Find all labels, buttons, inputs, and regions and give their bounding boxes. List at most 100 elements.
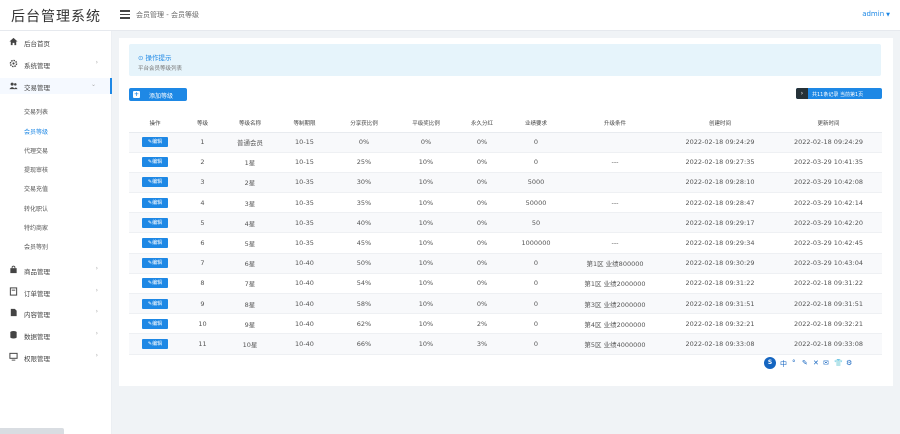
edit-button[interactable]: ✎编辑 — [142, 197, 168, 208]
ime-pen-icon[interactable]: ✎ — [802, 359, 808, 367]
table-cell: 第4区 业绩2000000 — [565, 313, 665, 335]
action-cell: ✎编辑 — [129, 253, 181, 274]
table-row: ✎编辑 11 10星 10-40 66% 10% 3% 0 第5区 业绩4000000 2022-… — [129, 333, 882, 355]
sidebar-subitem[interactable]: 代理交易 — [24, 146, 48, 155]
sidebar-subitem[interactable]: 特约商家 — [24, 223, 48, 232]
user-menu[interactable]: admin ▼ — [862, 10, 890, 18]
table-cell — [565, 212, 665, 234]
edit-button[interactable]: ✎编辑 — [142, 157, 168, 168]
table-cell: 8星 — [224, 293, 276, 315]
edit-button[interactable]: ✎编辑 — [142, 177, 168, 188]
table-cell: 3% — [457, 333, 507, 355]
table-cell: 0% — [457, 152, 507, 173]
table-cell: 40% — [333, 212, 395, 234]
database-icon — [10, 330, 17, 339]
table-cell: 2022-03-29 10:43:04 — [775, 253, 882, 274]
table-cell: 2022-02-18 09:24:29 — [775, 132, 882, 153]
sidebar-item-home[interactable]: 后台首页 — [0, 34, 112, 50]
table-cell: 45% — [333, 232, 395, 254]
edit-button[interactable]: ✎编辑 — [142, 298, 168, 309]
edit-button[interactable]: ✎编辑 — [142, 318, 168, 329]
table-cell: 1 — [181, 132, 224, 153]
table-row: ✎编辑 6 5星 10-35 45% 10% 0% 1000000 --- 2022-02-18 … — [129, 232, 882, 254]
sidebar-item-system[interactable]: 系统管理 › — [0, 56, 112, 72]
ime-badge[interactable]: S — [764, 357, 776, 369]
table-cell: 第3区 业绩2000000 — [565, 293, 665, 315]
table-cell: 10-35 — [276, 192, 333, 214]
table-cell: 10% — [395, 333, 457, 355]
input-method-toolbar[interactable]: S 中 ° ✎ ✕ ✉ 👕 ⚙ — [764, 357, 858, 369]
edit-button[interactable]: ✎编辑 — [142, 258, 168, 269]
table-cell: 2022-02-18 09:24:29 — [665, 132, 775, 153]
arrow-right-icon[interactable]: › — [796, 88, 808, 99]
table-cell: 2022-02-18 09:29:34 — [665, 232, 775, 254]
table-cell: 9星 — [224, 313, 276, 335]
sidebar-subitem[interactable]: 交易列表 — [24, 107, 48, 116]
column-header: 永久分红 — [457, 115, 507, 133]
operation-tip: ⊙ 操作提示 平台会员等级列表 — [129, 44, 881, 76]
table-cell: --- — [565, 192, 665, 214]
monitor-icon — [9, 352, 18, 361]
table-cell: 3 — [181, 172, 224, 194]
edit-button[interactable]: ✎编辑 — [142, 238, 168, 249]
doc-icon — [10, 308, 17, 317]
table-cell: 2022-03-29 10:42:20 — [775, 212, 882, 234]
table-cell: 2022-02-18 09:31:51 — [775, 293, 882, 315]
table-cell: 4 — [181, 192, 224, 214]
ime-tools-icon[interactable]: ✕ — [813, 359, 819, 367]
table-cell: 2022-02-18 09:33:08 — [775, 333, 882, 355]
add-level-button[interactable]: + 添加等级 — [129, 88, 187, 101]
table-cell: 10% — [395, 313, 457, 335]
table-cell: 0 — [507, 253, 565, 274]
sidebar-item-trade[interactable]: 交易管理 ⌄ — [0, 78, 112, 94]
table-row: ✎编辑 9 8星 10-40 58% 10% 0% 0 第3区 业绩2000000 2022-02… — [129, 293, 882, 315]
sidebar-item-content[interactable]: 内容管理 › — [0, 305, 112, 321]
sidebar-item-data[interactable]: 数据管理 › — [0, 327, 112, 343]
table-cell: 10% — [395, 273, 457, 295]
ime-mail-icon[interactable]: ✉ — [823, 359, 829, 367]
table-cell: 10% — [395, 192, 457, 214]
sidebar-item-permission[interactable]: 权限管理 › — [0, 349, 112, 365]
sidebar-item-orders[interactable]: 订单管理 › — [0, 284, 112, 300]
table-cell: 2022-03-29 10:42:14 — [775, 192, 882, 214]
table-cell: 第1区 业绩2000000 — [565, 273, 665, 295]
table-cell: 10-15 — [276, 152, 333, 173]
edit-button[interactable]: ✎编辑 — [142, 217, 168, 228]
table-cell: 10 — [181, 313, 224, 335]
table-cell: 2022-02-18 09:32:21 — [775, 313, 882, 335]
user-name[interactable]: admin — [862, 10, 884, 18]
edit-button[interactable]: ✎编辑 — [142, 137, 168, 148]
sidebar-subitem[interactable]: 交易充值 — [24, 184, 48, 193]
sidebar-subitem-member-level[interactable]: 会员等级 — [24, 127, 48, 136]
action-cell: ✎编辑 — [129, 152, 181, 173]
table-cell: 50 — [507, 212, 565, 234]
ime-skin-icon[interactable]: 👕 — [834, 359, 843, 367]
ime-punctuation-icon[interactable]: ° — [792, 359, 796, 367]
edit-button[interactable]: ✎编辑 — [142, 278, 168, 289]
chevron-right-icon: › — [95, 265, 98, 272]
table-cell: 62% — [333, 313, 395, 335]
level-table: 操作 等级 等级名称 等制期限 分享获比例 平级奖比例 永久分红 业绩要求 升级… — [129, 115, 882, 355]
sidebar-item-label: 系统管理 — [24, 62, 50, 70]
edit-button[interactable]: ✎编辑 — [142, 338, 168, 349]
menu-toggle-icon[interactable] — [120, 10, 130, 19]
sidebar-item-goods[interactable]: 商品管理 › — [0, 262, 112, 278]
table-cell: 25% — [333, 152, 395, 173]
action-cell: ✎编辑 — [129, 293, 181, 315]
ime-chinese-icon[interactable]: 中 — [780, 359, 787, 369]
table-cell: 5 — [181, 212, 224, 234]
chevron-right-icon: › — [95, 287, 98, 294]
ime-settings-icon[interactable]: ⚙ — [846, 359, 852, 367]
table-cell: 7 — [181, 253, 224, 274]
table-cell: 58% — [333, 293, 395, 315]
sidebar-subitem[interactable]: 转化职认 — [24, 204, 48, 213]
sidebar-subitem[interactable]: 会员等别 — [24, 242, 48, 251]
sidebar-subitem[interactable]: 提现审核 — [24, 165, 48, 174]
table-cell: 10-40 — [276, 333, 333, 355]
app-title: 后台管理系统 — [11, 9, 101, 25]
tip-description: 平台会员等级列表 — [138, 66, 183, 72]
table-cell: 0 — [507, 313, 565, 335]
breadcrumb: 会员管理 - 会员等级 — [136, 11, 199, 19]
table-cell: 2022-03-29 10:41:35 — [775, 152, 882, 173]
table-cell: 普通会员 — [224, 132, 276, 153]
